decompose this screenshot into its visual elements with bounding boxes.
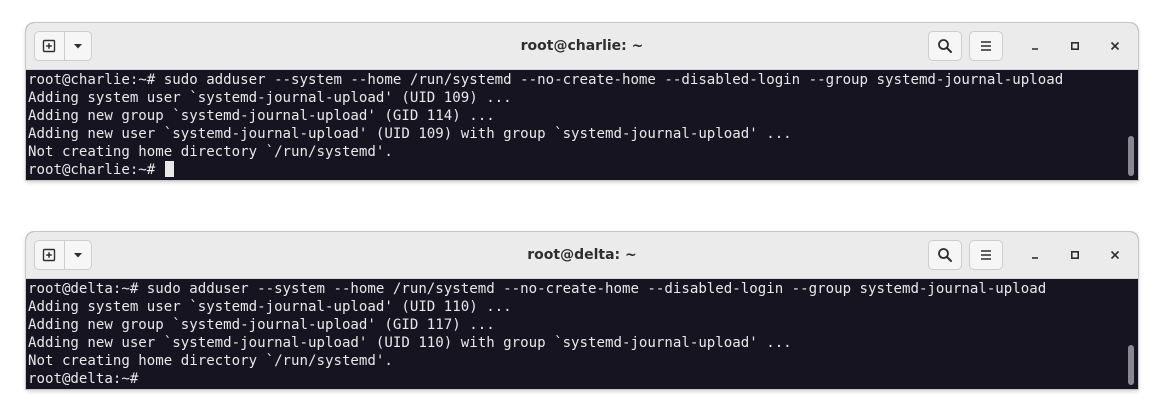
terminal-line: root@charlie:~# sudo adduser --system --… <box>28 72 1064 88</box>
new-tab-icon <box>43 39 56 53</box>
terminal-line: Adding new group `systemd-journal-upload… <box>28 317 495 333</box>
terminal-window-delta: root@delta: ~ root@delta:~# sudo adduser… <box>26 232 1138 389</box>
maximize-icon <box>1070 41 1080 51</box>
prompt-line: root@charlie:~# <box>28 161 1124 179</box>
minimize-icon <box>1032 257 1038 259</box>
scrollbar-thumb[interactable] <box>1128 345 1134 385</box>
terminal-line: Adding system user `systemd-journal-uplo… <box>28 299 512 315</box>
main-menu-button[interactable] <box>969 240 1003 270</box>
close-icon <box>1110 41 1120 51</box>
terminal-line: Adding new user `systemd-journal-upload'… <box>28 335 792 351</box>
maximize-icon <box>1070 250 1080 260</box>
search-icon <box>938 248 952 262</box>
chevron-down-icon <box>73 44 82 49</box>
terminal-line: Not creating home directory `/run/system… <box>28 144 393 160</box>
terminal-output[interactable]: root@charlie:~# sudo adduser --system --… <box>26 70 1138 180</box>
search-icon <box>938 39 952 53</box>
close-button[interactable] <box>1104 35 1126 57</box>
header-bar: root@delta: ~ <box>26 232 1138 279</box>
prompt-line: root@delta:~# <box>28 370 1124 388</box>
hamburger-menu-icon <box>981 250 991 260</box>
terminal-line: Adding new user `systemd-journal-upload'… <box>28 126 792 142</box>
search-button[interactable] <box>928 31 962 61</box>
new-tab-dropdown-button[interactable] <box>65 241 91 269</box>
minimize-button[interactable] <box>1024 35 1046 57</box>
maximize-button[interactable] <box>1064 35 1086 57</box>
terminal-line: root@delta:~# sudo adduser --system --ho… <box>28 281 1047 297</box>
new-tab-split-button <box>34 240 92 270</box>
terminal-line: Adding new group `systemd-journal-upload… <box>28 108 495 124</box>
scrollbar-thumb[interactable] <box>1128 136 1134 176</box>
minimize-button[interactable] <box>1024 244 1046 266</box>
new-tab-dropdown-button[interactable] <box>65 32 91 60</box>
terminal-window-charlie: root@charlie: ~ root@charlie:~# sudo add… <box>26 23 1138 180</box>
terminal-line: Adding system user `systemd-journal-uplo… <box>28 90 512 106</box>
new-tab-icon <box>43 248 56 262</box>
prompt-text: root@charlie:~# <box>28 162 164 178</box>
close-icon <box>1110 250 1120 260</box>
chevron-down-icon <box>73 253 82 258</box>
search-button[interactable] <box>928 240 962 270</box>
new-tab-button[interactable] <box>35 241 65 269</box>
terminal-output[interactable]: root@delta:~# sudo adduser --system --ho… <box>26 279 1138 389</box>
prompt-text: root@delta:~# <box>28 371 147 387</box>
terminal-line: Not creating home directory `/run/system… <box>28 353 393 369</box>
header-bar: root@charlie: ~ <box>26 23 1138 70</box>
hamburger-menu-icon <box>981 41 991 51</box>
vertical-scrollbar[interactable] <box>1127 279 1135 389</box>
close-button[interactable] <box>1104 244 1126 266</box>
new-tab-split-button <box>34 31 92 61</box>
vertical-scrollbar[interactable] <box>1127 70 1135 180</box>
minimize-icon <box>1032 48 1038 50</box>
text-cursor <box>164 161 174 177</box>
new-tab-button[interactable] <box>35 32 65 60</box>
main-menu-button[interactable] <box>969 31 1003 61</box>
maximize-button[interactable] <box>1064 244 1086 266</box>
